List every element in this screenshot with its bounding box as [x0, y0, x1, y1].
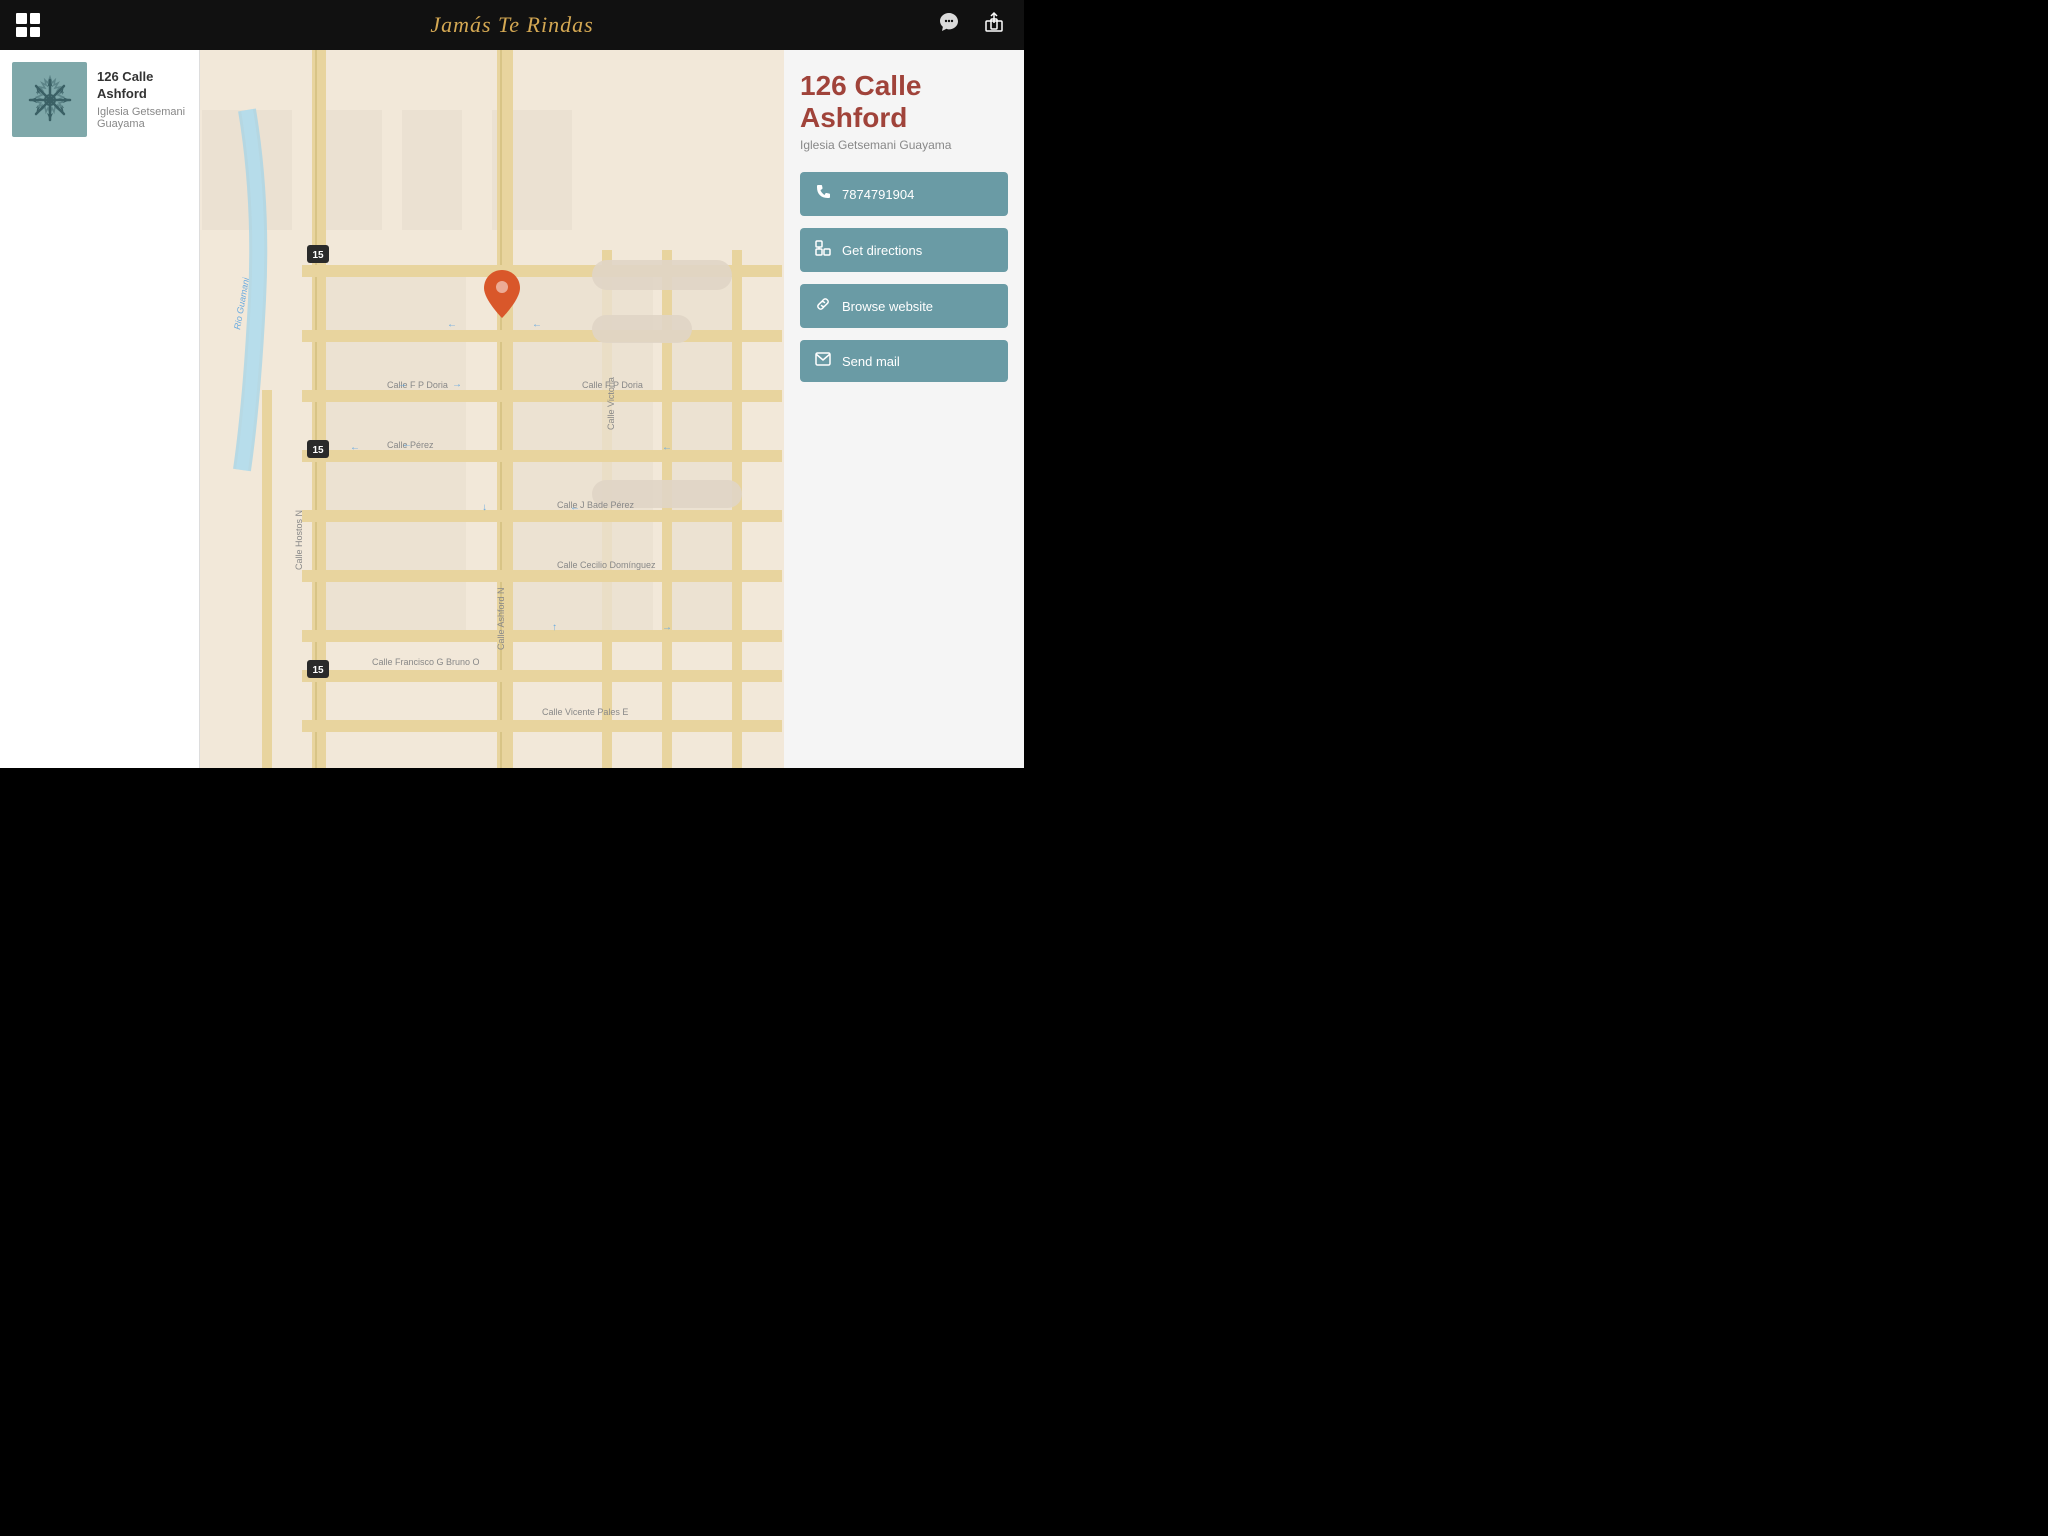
svg-text:→: →	[452, 379, 462, 390]
directions-icon	[814, 240, 832, 260]
share-icon-button[interactable]	[980, 7, 1008, 43]
mail-icon	[814, 352, 832, 370]
main-content: 126 Calle Ashford Iglesia Getsemani Guay…	[0, 50, 1024, 768]
svg-text:Calle Cecilio Domínguez: Calle Cecilio Domínguez	[557, 560, 656, 570]
svg-text:Calle Vicente Pales E: Calle Vicente Pales E	[542, 707, 628, 717]
svg-text:Calle Victoria: Calle Victoria	[606, 377, 616, 430]
svg-text:Calle Hostos N: Calle Hostos N	[294, 510, 304, 570]
place-subtitle: Iglesia Getsemani Guayama	[97, 106, 187, 130]
svg-text:→: →	[397, 379, 407, 390]
svg-text:←: ←	[447, 319, 457, 330]
svg-text:15: 15	[312, 250, 324, 261]
map-svg: 15 15 15 Rio Guamani Calle Hostos N Call…	[200, 50, 784, 768]
svg-text:←: ←	[532, 319, 542, 330]
top-right-actions	[934, 7, 1008, 43]
svg-text:→: →	[662, 622, 672, 633]
mail-button[interactable]: Send mail	[800, 340, 1008, 382]
place-thumbnail	[12, 62, 87, 137]
svg-text:←: ←	[350, 442, 360, 453]
panel-subtitle: Iglesia Getsemani Guayama	[800, 138, 1008, 152]
top-nav-bar: Jamás Te Rindas	[0, 0, 1024, 50]
directions-button[interactable]: Get directions	[800, 228, 1008, 272]
left-sidebar: 126 Calle Ashford Iglesia Getsemani Guay…	[0, 50, 200, 768]
panel-title: 126 Calle Ashford	[800, 70, 1008, 134]
svg-text:←: ←	[662, 442, 672, 453]
svg-text:←: ←	[570, 502, 580, 513]
website-label: Browse website	[842, 299, 933, 314]
svg-text:↓: ↓	[482, 502, 487, 513]
app-title: Jamás Te Rindas	[430, 12, 593, 38]
svg-text:←: ←	[402, 439, 412, 450]
chat-icon-button[interactable]	[934, 7, 964, 43]
svg-text:↑: ↑	[552, 622, 557, 633]
svg-text:Calle Ashford N: Calle Ashford N	[496, 587, 506, 650]
link-icon	[814, 296, 832, 316]
right-panel: 126 Calle Ashford Iglesia Getsemani Guay…	[784, 50, 1024, 768]
panel-header: 126 Calle Ashford Iglesia Getsemani Guay…	[800, 70, 1008, 160]
phone-label: 7874791904	[842, 187, 914, 202]
place-name: 126 Calle Ashford	[97, 69, 187, 103]
mail-label: Send mail	[842, 354, 900, 369]
leaf-icon	[25, 75, 75, 125]
svg-text:15: 15	[312, 665, 324, 676]
directions-label: Get directions	[842, 243, 922, 258]
website-button[interactable]: Browse website	[800, 284, 1008, 328]
svg-text:Calle J Bade Pérez: Calle J Bade Pérez	[557, 500, 635, 510]
map-area[interactable]: 15 15 15 Rio Guamani Calle Hostos N Call…	[200, 50, 784, 768]
phone-icon	[814, 184, 832, 204]
svg-text:Calle Francisco G Bruno O: Calle Francisco G Bruno O	[372, 657, 480, 667]
place-info: 126 Calle Ashford Iglesia Getsemani Guay…	[97, 69, 187, 130]
place-card: 126 Calle Ashford Iglesia Getsemani Guay…	[0, 50, 199, 149]
svg-text:15: 15	[312, 445, 324, 456]
phone-button[interactable]: 7874791904	[800, 172, 1008, 216]
grid-menu-button[interactable]	[16, 13, 40, 37]
